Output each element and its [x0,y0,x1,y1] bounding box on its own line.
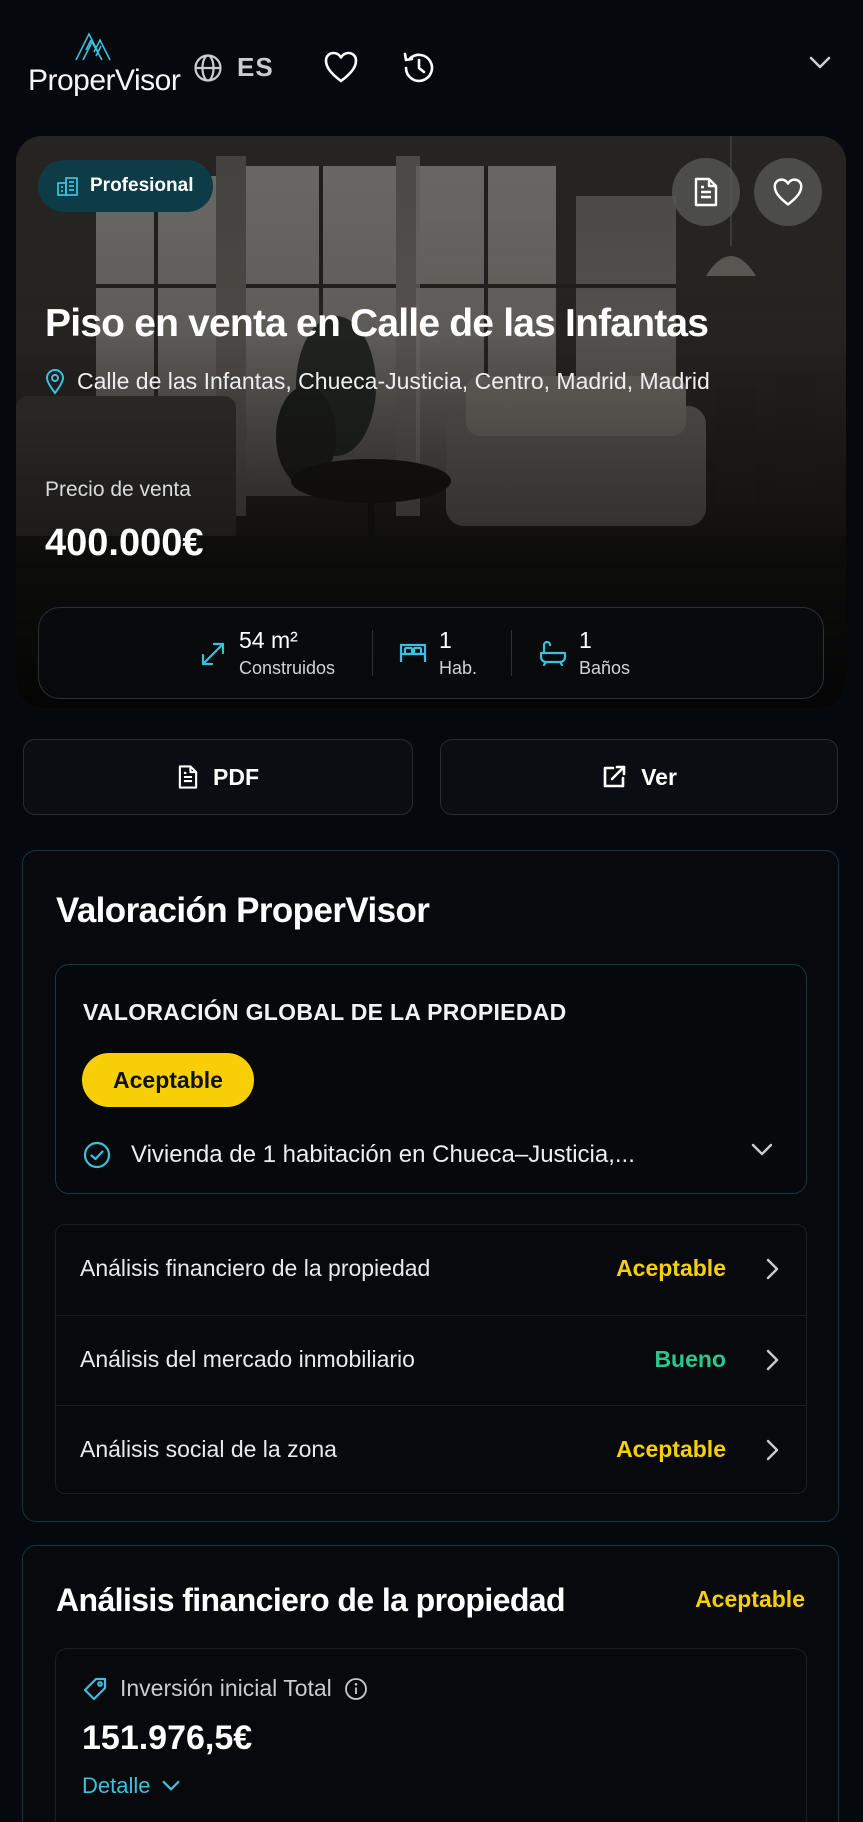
analysis-status: Aceptable [616,1436,726,1462]
detail-toggle[interactable]: Detalle [82,1773,180,1799]
pdf-button[interactable]: PDF [23,739,413,815]
investment-box: Inversión inicial Total 151.976,5€ Detal… [55,1648,807,1822]
history-icon[interactable] [401,50,437,86]
stat-bathrooms-value: 1 [579,627,592,653]
chevron-right-icon [766,1439,779,1461]
professional-badge: Profesional [38,160,214,212]
stat-bedrooms-value: 1 [439,627,452,653]
property-address: Calle de las Infantas, Chueca-Justicia, … [45,368,710,395]
chevron-down-icon [162,1780,180,1791]
heart-icon [773,178,803,206]
analysis-name: Análisis social de la zona [80,1436,337,1462]
info-icon[interactable] [344,1677,368,1701]
expand-icon [201,642,225,666]
investment-label: Inversión inicial Total [120,1675,332,1701]
stat-divider [372,630,373,676]
analysis-status: Aceptable [616,1255,726,1281]
global-summary-row[interactable]: Vivienda de 1 habitación en Chueca–Justi… [83,1137,783,1173]
property-stats: 54 m² Construidos 1 Hab. 1 Baños [38,607,824,699]
global-rating-badge: Aceptable [82,1053,254,1107]
stat-area-label: Construidos [239,658,336,678]
investment-value: 151.976,5€ [82,1719,253,1757]
analysis-status: Bueno [654,1346,726,1372]
document-icon [694,177,718,207]
chevron-right-icon [766,1258,779,1280]
professional-badge-label: Profesional [90,175,194,196]
tag-icon [83,1677,107,1700]
buildings-icon [57,177,78,196]
financial-analysis-card: Análisis financiero de la propiedad Acep… [22,1545,839,1822]
property-detail-page: ProperVisor ES Profesional Piso en venta… [0,0,863,1822]
analysis-row-financial[interactable]: Análisis financiero de la propiedad Acep… [56,1225,806,1315]
stat-bathrooms-label: Baños [579,658,631,678]
price-value: 400.000€ [45,522,204,564]
logo-text: ProperVisor [28,64,181,97]
logo[interactable]: ProperVisor [28,30,181,100]
detail-label: Detalle [82,1773,151,1798]
view-button[interactable]: Ver [440,739,838,815]
global-valuation-title: VALORACIÓN GLOBAL DE LA PROPIEDAD [83,999,567,1025]
external-link-icon [603,765,626,788]
stat-bedrooms: 1 Hab. [399,626,477,682]
property-title: Piso en venta en Calle de las Infantas [45,302,709,345]
analysis-list: Análisis financiero de la propiedad Acep… [55,1224,807,1494]
investment-label-row: Inversión inicial Total [82,1675,368,1702]
chevron-down-icon[interactable] [809,56,831,70]
stat-area: 54 m² Construidos [199,626,335,682]
valuation-card: Valoración ProperVisor VALORACIÓN GLOBAL… [22,850,839,1522]
stat-bathrooms: 1 Baños [539,626,630,682]
pdf-button-label: PDF [213,763,259,790]
view-button-label: Ver [641,763,677,790]
property-hero: Profesional Piso en venta en Calle de la… [16,136,846,708]
chevron-down-icon[interactable] [751,1143,773,1157]
stat-bedrooms-label: Hab. [439,658,478,678]
analysis-name: Análisis financiero de la propiedad [80,1255,431,1281]
favorite-button[interactable] [754,158,822,226]
bath-icon [539,640,567,666]
location-pin-icon [45,368,65,395]
stat-area-value: 54 m² [239,627,298,653]
price-label: Precio de venta [45,478,191,501]
analysis-row-social[interactable]: Análisis social de la zona Aceptable [56,1405,806,1495]
globe-icon [194,53,222,82]
financial-title: Análisis financiero de la propiedad [56,1582,566,1618]
property-address-text: Calle de las Infantas, Chueca-Justicia, … [77,368,710,394]
report-button[interactable] [672,158,740,226]
global-summary-text: Vivienda de 1 habitación en Chueca–Justi… [131,1141,635,1168]
stat-divider [511,630,512,676]
heart-icon[interactable] [323,50,359,84]
language-selector[interactable]: ES [193,52,274,83]
language-code: ES [237,52,274,82]
top-header: ProperVisor ES [0,0,863,135]
check-circle-icon [83,1141,111,1169]
bed-icon [399,643,427,662]
logo-mountain-icon [75,32,111,61]
financial-status: Aceptable [695,1586,805,1612]
analysis-name: Análisis del mercado inmobiliario [80,1346,415,1372]
analysis-row-market[interactable]: Análisis del mercado inmobiliario Bueno [56,1315,806,1405]
global-valuation-box: VALORACIÓN GLOBAL DE LA PROPIEDAD Acepta… [55,964,807,1194]
valuation-title: Valoración ProperVisor [56,891,430,930]
document-icon [178,765,198,789]
chevron-right-icon [766,1349,779,1371]
